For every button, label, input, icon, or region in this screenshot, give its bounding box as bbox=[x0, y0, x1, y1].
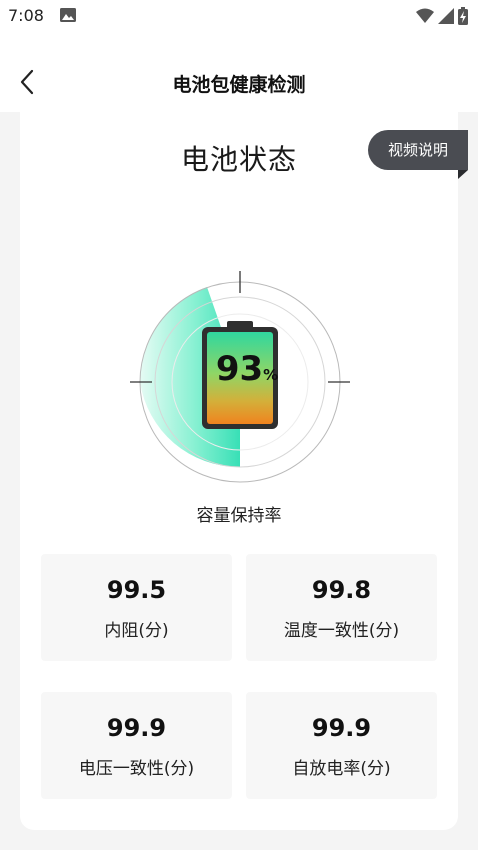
capacity-label: 容量保持率 bbox=[196, 506, 282, 526]
metric-label: 电压一致性(分) bbox=[78, 759, 195, 779]
battery-status-icon bbox=[458, 7, 468, 25]
metric-value: 99.9 bbox=[311, 714, 372, 742]
status-time: 7:08 bbox=[8, 6, 44, 25]
video-guide-button[interactable]: 视频说明 bbox=[368, 130, 468, 170]
metric-card-temperature-consistency: 99.8 温度一致性(分) bbox=[246, 554, 437, 661]
capacity-percent: 93% bbox=[202, 349, 292, 389]
battery-status-card: 电池状态 视频说明 93% 容量保持率 99.5 内阻(分) 99.8 温度一致… bbox=[20, 112, 468, 830]
metric-card-internal-resistance: 99.5 内阻(分) bbox=[41, 554, 232, 661]
metric-value: 99.9 bbox=[106, 714, 167, 742]
metric-label: 温度一致性(分) bbox=[283, 621, 400, 641]
wifi-icon bbox=[416, 8, 434, 23]
capacity-percent-unit: % bbox=[263, 366, 279, 384]
capacity-percent-value: 93 bbox=[215, 349, 264, 389]
metric-label: 内阻(分) bbox=[104, 621, 169, 641]
metric-card-self-discharge: 99.9 自放电率(分) bbox=[246, 692, 437, 799]
metric-label: 自放电率(分) bbox=[292, 759, 391, 779]
app-header: 电池包健康检测 bbox=[0, 34, 478, 112]
cell-signal-icon bbox=[438, 8, 454, 24]
status-bar: 7:08 bbox=[0, 0, 478, 34]
image-notification-icon bbox=[60, 8, 76, 22]
page-title: 电池包健康检测 bbox=[172, 74, 306, 96]
metric-value: 99.8 bbox=[311, 576, 372, 604]
video-tag-fold bbox=[458, 170, 468, 179]
metric-card-voltage-consistency: 99.9 电压一致性(分) bbox=[41, 692, 232, 799]
metric-value: 99.5 bbox=[106, 576, 167, 604]
